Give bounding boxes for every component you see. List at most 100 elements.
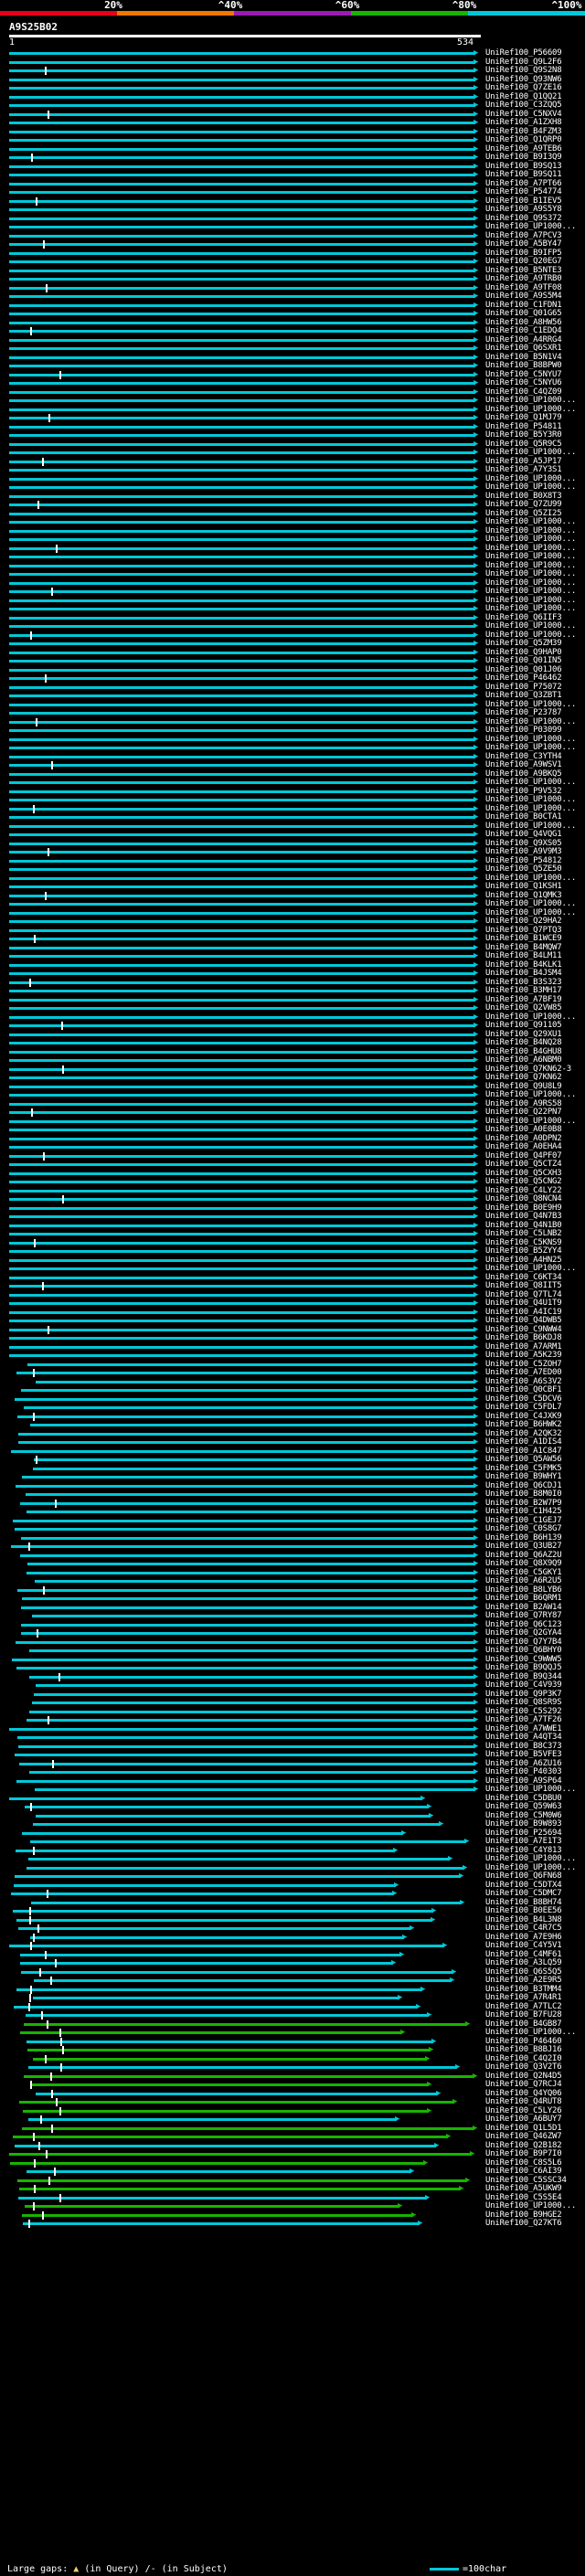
hit-alignment-bar[interactable] bbox=[19, 2188, 461, 2190]
hit-label[interactable]: UniRef100_UP1000... bbox=[485, 796, 576, 804]
hit-alignment-bar[interactable] bbox=[9, 1310, 475, 1314]
hit-row[interactable]: ▶ UniRef100_UP1000... bbox=[0, 518, 585, 526]
hit-alignment-bar[interactable] bbox=[34, 1979, 452, 1982]
hit-alignment-bar[interactable] bbox=[22, 2126, 474, 2130]
hit-alignment-bar[interactable] bbox=[27, 2170, 411, 2173]
hit-row[interactable]: ▶ UniRef100_Q8IIT5 bbox=[0, 1282, 585, 1290]
hit-label[interactable]: UniRef100_A0EHA4 bbox=[485, 1143, 562, 1151]
hit-row[interactable]: ▶ UniRef100_Q5CTZ4 bbox=[0, 1161, 585, 1169]
hit-label[interactable]: UniRef100_A9V9M3 bbox=[485, 848, 562, 856]
hit-alignment-bar[interactable] bbox=[9, 191, 475, 194]
hit-alignment-bar[interactable] bbox=[9, 807, 475, 811]
hit-label[interactable]: UniRef100_Q9S2N8 bbox=[485, 67, 562, 75]
hit-alignment-bar[interactable] bbox=[9, 1345, 475, 1349]
hit-alignment-bar[interactable] bbox=[27, 1511, 475, 1513]
hit-alignment-bar[interactable] bbox=[16, 1988, 422, 1991]
hit-alignment-bar[interactable] bbox=[30, 1840, 466, 1843]
hit-row[interactable]: ▶ UniRef100_UP1000... bbox=[0, 397, 585, 405]
hit-label[interactable]: UniRef100_P46462 bbox=[485, 674, 562, 683]
hit-alignment-bar[interactable] bbox=[25, 1806, 429, 1808]
hit-alignment-bar[interactable] bbox=[9, 608, 475, 610]
hit-label[interactable]: UniRef100_B9WHY1 bbox=[485, 1473, 562, 1481]
hit-label[interactable]: UniRef100_P40303 bbox=[485, 1768, 562, 1776]
hit-row[interactable]: ▶ UniRef100_P03099 bbox=[0, 726, 585, 735]
hit-alignment-bar[interactable] bbox=[9, 408, 475, 411]
hit-alignment-bar[interactable] bbox=[9, 938, 475, 940]
hit-alignment-bar[interactable] bbox=[16, 1372, 475, 1374]
hit-alignment-bar[interactable] bbox=[13, 1519, 475, 1522]
hit-row[interactable]: ▶ UniRef100_Q8NCN4 bbox=[0, 1195, 585, 1203]
hit-row[interactable]: ▶ UniRef100_UP1000... bbox=[0, 900, 585, 908]
hit-alignment-bar[interactable] bbox=[18, 1744, 475, 1748]
hit-row[interactable]: ▶ UniRef100_Q91105 bbox=[0, 1022, 585, 1030]
hit-alignment-bar[interactable] bbox=[9, 147, 475, 151]
hit-label[interactable]: UniRef100_A5UKW9 bbox=[485, 2185, 562, 2193]
hit-label[interactable]: UniRef100_UP1000... bbox=[485, 1786, 576, 1794]
hit-row[interactable]: ▶ UniRef100_B8BJ16 bbox=[0, 2046, 585, 2054]
hit-alignment-bar[interactable] bbox=[9, 876, 475, 880]
hit-alignment-bar[interactable] bbox=[9, 390, 475, 394]
hit-row[interactable]: ▶ UniRef100_Q7RCJ4 bbox=[0, 2081, 585, 2089]
hit-label[interactable]: UniRef100_C4Y5V1 bbox=[485, 1942, 562, 1950]
hit-alignment-bar[interactable] bbox=[9, 338, 475, 342]
hit-alignment-bar[interactable] bbox=[25, 2205, 399, 2208]
hit-row[interactable]: ▶ UniRef100_A1DIS4 bbox=[0, 1438, 585, 1447]
hit-row[interactable]: ▶ UniRef100_Q27KT6 bbox=[0, 2220, 585, 2228]
hit-label[interactable]: UniRef100_C4V939 bbox=[485, 1681, 562, 1690]
hit-alignment-bar[interactable] bbox=[13, 1910, 433, 1913]
hit-alignment-bar[interactable] bbox=[23, 2222, 420, 2225]
hit-label[interactable]: UniRef100_A7ED00 bbox=[485, 1369, 562, 1377]
hit-label[interactable]: UniRef100_UP1000... bbox=[485, 223, 576, 231]
hit-label[interactable]: UniRef100_B3MH17 bbox=[485, 987, 562, 995]
hit-alignment-bar[interactable] bbox=[27, 1866, 464, 1870]
hit-row[interactable]: ▶ UniRef100_A6R2U5 bbox=[0, 1577, 585, 1585]
hit-label[interactable]: UniRef100_UP1000... bbox=[485, 605, 576, 613]
hit-row[interactable]: ▶ UniRef100_B5ZYY4 bbox=[0, 1247, 585, 1256]
hit-label[interactable]: UniRef100_UP1000... bbox=[485, 2029, 576, 2037]
hit-label[interactable]: UniRef100_C3ZQQ5 bbox=[485, 101, 562, 110]
hit-alignment-bar[interactable] bbox=[9, 885, 475, 888]
hit-alignment-bar[interactable] bbox=[19, 1762, 475, 1765]
hit-alignment-bar[interactable] bbox=[33, 1823, 441, 1826]
hit-alignment-bar[interactable] bbox=[9, 251, 475, 255]
hit-alignment-bar[interactable] bbox=[9, 1215, 475, 1218]
hit-label[interactable]: UniRef100_A7Y3S1 bbox=[485, 466, 562, 474]
hit-row[interactable]: ▶ UniRef100_C4Y5V1 bbox=[0, 1942, 585, 1950]
hit-alignment-bar[interactable] bbox=[9, 1102, 475, 1106]
hit-label[interactable]: UniRef100_UP1000... bbox=[485, 1855, 576, 1863]
hit-row[interactable]: ▶ UniRef100_B5VFE3 bbox=[0, 1751, 585, 1759]
hit-alignment-bar[interactable] bbox=[9, 1206, 475, 1210]
hit-alignment-bar[interactable] bbox=[18, 1927, 411, 1930]
hit-alignment-bar[interactable] bbox=[27, 2049, 431, 2051]
hit-alignment-bar[interactable] bbox=[11, 1449, 475, 1453]
hit-row[interactable]: ▶ UniRef100_UP1000... bbox=[0, 1786, 585, 1794]
hit-alignment-bar[interactable] bbox=[9, 469, 475, 472]
hit-alignment-bar[interactable] bbox=[16, 1918, 432, 1922]
hit-label[interactable]: UniRef100_Q7ZE16 bbox=[485, 84, 562, 92]
hit-alignment-bar[interactable] bbox=[9, 1111, 475, 1114]
hit-row[interactable]: ▶ UniRef100_Q5CNG2 bbox=[0, 1178, 585, 1186]
hit-alignment-bar[interactable] bbox=[9, 668, 475, 672]
hit-alignment-bar[interactable] bbox=[18, 1441, 475, 1444]
hit-label[interactable]: UniRef100_B5ZYY4 bbox=[485, 1247, 562, 1256]
hit-label[interactable]: UniRef100_Q59W63 bbox=[485, 1803, 562, 1811]
hit-label[interactable]: UniRef100_Q22PN7 bbox=[485, 1108, 562, 1117]
hit-row[interactable]: ▶ UniRef100_Q7ZU99 bbox=[0, 501, 585, 509]
hit-row[interactable]: ▶ UniRef100_UP1000... bbox=[0, 535, 585, 544]
hit-row[interactable]: ▶ UniRef100_A9S5M4 bbox=[0, 292, 585, 301]
hit-label[interactable]: UniRef100_C1H425 bbox=[485, 1508, 562, 1516]
hit-row[interactable]: ▶ UniRef100_UP1000... bbox=[0, 744, 585, 752]
hit-alignment-bar[interactable] bbox=[9, 1267, 475, 1270]
hit-row[interactable]: ▶ UniRef100_Q9S2N8 bbox=[0, 67, 585, 75]
hit-alignment-bar[interactable] bbox=[29, 1675, 475, 1679]
hit-alignment-bar[interactable] bbox=[9, 243, 475, 246]
hit-alignment-bar[interactable] bbox=[9, 347, 475, 350]
hit-alignment-bar[interactable] bbox=[9, 174, 475, 176]
hit-row[interactable]: ▶ UniRef100_Q4RUT8 bbox=[0, 2098, 585, 2106]
hit-label[interactable]: UniRef100_Q3UB27 bbox=[485, 1542, 562, 1551]
hit-label[interactable]: UniRef100_A5BY47 bbox=[485, 240, 562, 249]
hit-label[interactable]: UniRef100_B9P7I0 bbox=[485, 2150, 562, 2158]
hit-label[interactable]: UniRef100_Q3ZBT1 bbox=[485, 692, 562, 700]
hit-row[interactable]: ▶ UniRef100_UP1000... bbox=[0, 605, 585, 613]
hit-alignment-bar[interactable] bbox=[9, 529, 475, 533]
